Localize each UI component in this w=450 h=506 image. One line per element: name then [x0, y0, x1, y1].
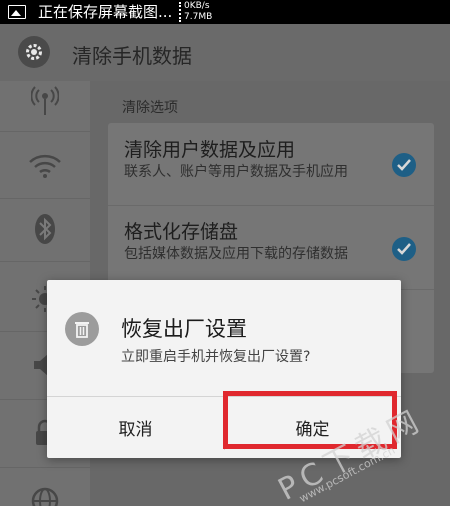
- dialog-title: 恢复出厂设置: [121, 317, 247, 341]
- globe-icon[interactable]: [0, 471, 90, 506]
- status-title: 正在保存屏幕截图...: [38, 3, 173, 21]
- bluetooth-icon[interactable]: [0, 199, 90, 259]
- broadcast-icon[interactable]: [0, 71, 90, 131]
- dialog-message: 立即重启手机并恢复出厂设置?: [121, 349, 311, 365]
- option-title: 格式化存储盘: [124, 221, 239, 243]
- wifi-icon[interactable]: [0, 136, 90, 196]
- checkbox-checked-icon[interactable]: [392, 237, 416, 261]
- trash-icon: [65, 312, 99, 346]
- cancel-button[interactable]: 取消: [47, 397, 224, 458]
- status-divider: [179, 2, 181, 22]
- speed-down: 7.7MB: [184, 12, 213, 22]
- page-title: 清除手机数据: [72, 44, 192, 68]
- network-speed: 0KB/s 7.7MB: [184, 1, 212, 23]
- status-bar: 正在保存屏幕截图... 0KB/s 7.7MB: [0, 0, 450, 24]
- section-label: 清除选项: [122, 100, 178, 116]
- option-description: 包括媒体数据及应用下载的存储数据: [124, 246, 348, 262]
- confirm-highlight-box: [223, 391, 397, 449]
- speed-up: 0KB/s: [184, 1, 210, 11]
- gear-icon: [18, 36, 50, 68]
- checkbox-checked-icon[interactable]: [392, 153, 416, 177]
- option-title: 清除用户数据及应用: [124, 139, 296, 161]
- option-description: 联系人、账户等用户数据及手机应用: [124, 164, 348, 180]
- image-icon: [8, 5, 26, 19]
